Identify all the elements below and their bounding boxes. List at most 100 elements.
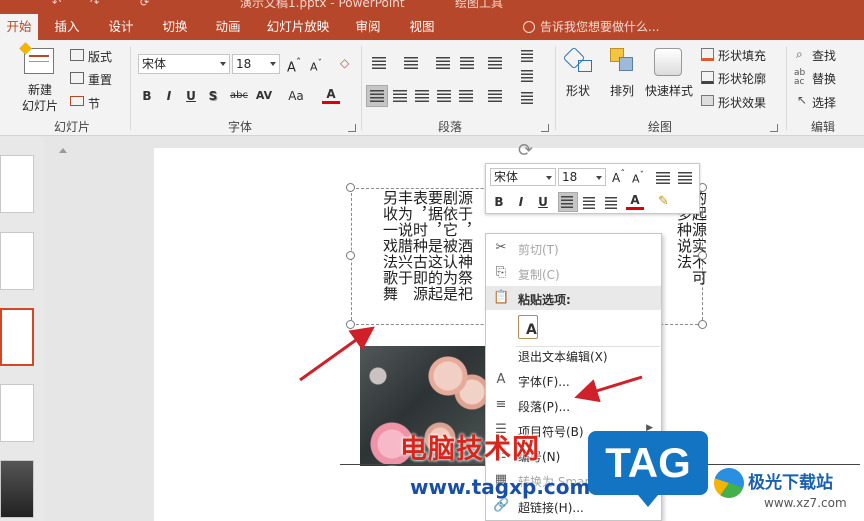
tab-review[interactable]: 审阅: [346, 14, 390, 40]
mini-format-painter-icon[interactable]: ✎: [658, 194, 669, 209]
slide-thumbnail[interactable]: [0, 384, 34, 442]
tab-design[interactable]: 设计: [98, 14, 144, 40]
paragraph-icon: ≡: [495, 397, 507, 412]
font-name-combo[interactable]: 宋体: [138, 54, 230, 74]
vertical-text-content[interactable]: 源于，酒神祭祀 剧依它被认为是 要据，是这的起 表，时种古即源 丰为说腊兴于 另…: [381, 190, 474, 322]
quick-styles-icon[interactable]: [654, 48, 682, 76]
layout-button[interactable]: 版式: [88, 48, 112, 65]
menu-paste-options-header: 📋 粘贴选项:: [486, 286, 661, 310]
arrange-icon[interactable]: [610, 48, 636, 74]
menu-item-cut[interactable]: ✂ 剪切(T): [486, 236, 661, 260]
resize-handle[interactable]: [346, 320, 355, 329]
shapes-button[interactable]: 形状: [566, 82, 590, 99]
mini-underline-button[interactable]: U: [534, 192, 552, 212]
drawing-dialog-launcher-icon[interactable]: [770, 124, 778, 132]
increase-indent-icon[interactable]: [460, 57, 474, 69]
font-color-button[interactable]: A: [322, 86, 340, 104]
underline-button[interactable]: U: [182, 86, 200, 106]
mini-italic-button[interactable]: I: [512, 192, 530, 212]
italic-button[interactable]: I: [160, 86, 178, 106]
mini-font-size-combo[interactable]: 18: [558, 168, 606, 186]
align-right-icon[interactable]: [415, 90, 429, 102]
line-spacing-icon[interactable]: [488, 57, 502, 69]
tell-me-text: 告诉我您想要做什么...: [540, 20, 660, 34]
slide-thumbnail[interactable]: [0, 232, 34, 290]
mini-decrease-indent-icon[interactable]: [656, 172, 670, 184]
resize-handle[interactable]: [346, 251, 355, 260]
font-size-combo[interactable]: 18: [232, 54, 280, 74]
replace-button[interactable]: 替换: [812, 70, 836, 87]
shape-effects-button[interactable]: 形状效果: [718, 94, 766, 111]
mini-increase-indent-icon[interactable]: [678, 172, 692, 184]
numbering-icon[interactable]: [404, 57, 418, 69]
align-left-button[interactable]: [366, 85, 388, 107]
tab-slideshow[interactable]: 幻灯片放映: [262, 14, 334, 40]
paragraph-dialog-launcher-icon[interactable]: [541, 124, 549, 132]
tab-animations[interactable]: 动画: [205, 14, 251, 40]
grow-font-icon[interactable]: Aˆ: [287, 56, 301, 75]
mini-shrink-font-icon[interactable]: Aˇ: [632, 170, 644, 186]
redo-icon[interactable]: ↷: [90, 0, 99, 9]
tab-home[interactable]: 开始: [0, 14, 38, 40]
decrease-indent-icon[interactable]: [436, 57, 450, 69]
shapes-icon[interactable]: [562, 46, 592, 74]
new-slide-icon[interactable]: [19, 42, 54, 74]
clear-format-icon[interactable]: ◇: [340, 56, 349, 70]
strikethrough-button[interactable]: abc: [226, 86, 252, 106]
mini-align-center-icon[interactable]: [583, 197, 595, 209]
justify-icon[interactable]: [437, 90, 451, 102]
align-text-icon[interactable]: [521, 70, 533, 82]
tab-insert[interactable]: 插入: [44, 14, 90, 40]
undo-icon[interactable]: ↶: [52, 0, 61, 9]
tab-transitions[interactable]: 切换: [152, 14, 198, 40]
mini-align-right-icon[interactable]: [605, 197, 617, 209]
paste-keep-text-only-button[interactable]: A: [486, 314, 661, 342]
menu-item-paragraph[interactable]: ≡ 段落(P)...: [486, 393, 661, 417]
mini-font-color-button[interactable]: A: [626, 192, 644, 210]
select-button[interactable]: 选择: [812, 94, 836, 111]
bold-button[interactable]: B: [138, 86, 156, 106]
slide-thumbnail-selected[interactable]: [0, 308, 34, 366]
slide-thumbnails-pane: [0, 137, 44, 521]
slide-thumbnail[interactable]: [0, 155, 34, 213]
menu-item-exit-text-edit[interactable]: 退出文本编辑(X): [486, 343, 661, 367]
menu-item-copy[interactable]: ⎘ 复制(C): [486, 261, 661, 285]
columns-icon[interactable]: [488, 90, 502, 102]
scroll-up-icon[interactable]: [59, 141, 67, 153]
char-spacing-button[interactable]: AV: [252, 86, 276, 106]
quick-styles-button[interactable]: 快速样式: [645, 82, 693, 99]
font-dialog-launcher-icon[interactable]: [348, 124, 356, 132]
shape-fill-button[interactable]: 形状填充: [718, 47, 766, 64]
smartart-convert-icon[interactable]: [521, 92, 533, 104]
resize-handle[interactable]: [698, 251, 707, 260]
distributed-icon[interactable]: [459, 90, 473, 102]
mini-align-left-button[interactable]: [558, 192, 578, 212]
align-center-icon[interactable]: [393, 90, 407, 102]
rotate-handle-icon[interactable]: ⟳: [518, 140, 533, 161]
section-button[interactable]: 节: [88, 95, 100, 112]
menu-item-label: 超链接(H)...: [518, 501, 584, 515]
tell-me-box[interactable]: 告诉我您想要做什么...: [523, 14, 659, 40]
shrink-font-icon[interactable]: Aˇ: [310, 58, 322, 74]
resize-handle[interactable]: [698, 320, 707, 329]
thumbnails-scrollbar[interactable]: [54, 137, 70, 521]
shadow-button[interactable]: S: [204, 86, 222, 106]
text-direction-icon[interactable]: [521, 50, 533, 62]
mini-bold-button[interactable]: B: [490, 192, 508, 212]
find-button[interactable]: 查找: [812, 47, 836, 64]
arrange-button[interactable]: 排列: [610, 82, 634, 99]
new-slide-button[interactable]: 新建 幻灯片: [18, 82, 62, 114]
shape-outline-button[interactable]: 形状轮廓: [718, 70, 766, 87]
mini-grow-font-icon[interactable]: Aˆ: [612, 169, 625, 185]
bullets-icon[interactable]: [372, 57, 386, 69]
resize-handle[interactable]: [346, 183, 355, 192]
start-from-beginning-icon[interactable]: ⟳: [140, 0, 149, 9]
slides-group-label: 幻灯片: [53, 120, 90, 134]
reset-button[interactable]: 重置: [88, 71, 112, 88]
slide-thumbnail[interactable]: [0, 460, 34, 518]
tab-view[interactable]: 视图: [400, 14, 444, 40]
change-case-button[interactable]: Aa: [283, 86, 309, 106]
mini-font-name-combo[interactable]: 宋体: [490, 168, 556, 186]
menu-item-font[interactable]: A 字体(F)...: [486, 368, 661, 392]
section-icon: [70, 96, 84, 106]
